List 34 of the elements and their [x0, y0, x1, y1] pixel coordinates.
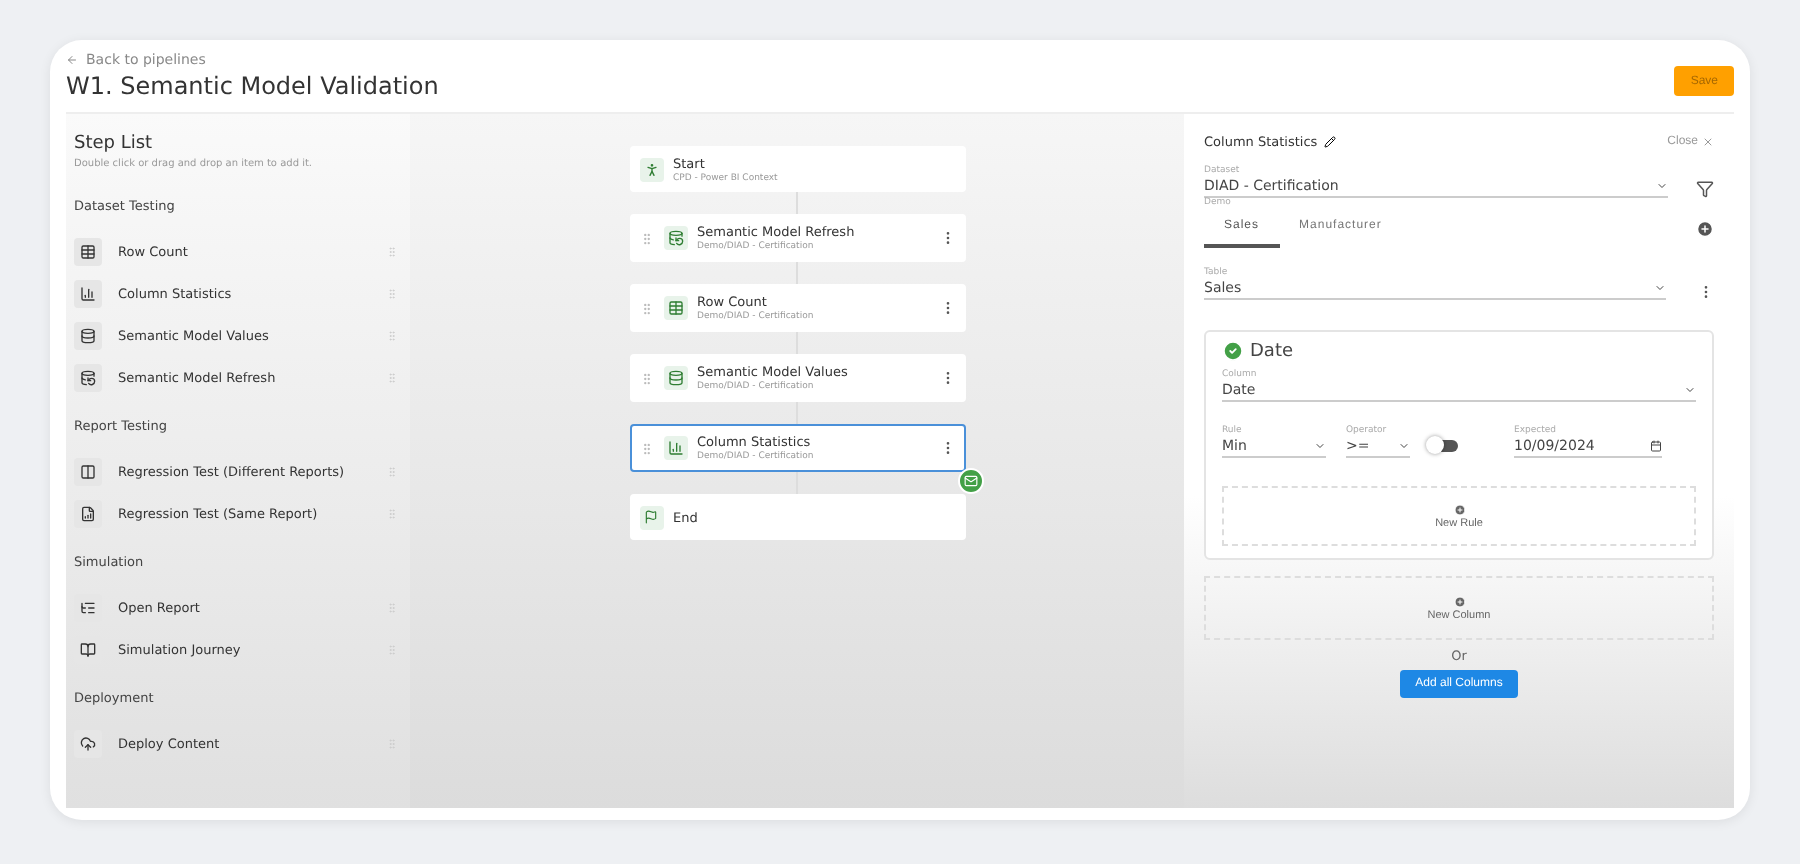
add-icon[interactable] — [1696, 219, 1714, 237]
check-icon — [1222, 340, 1244, 362]
book-icon — [80, 641, 96, 657]
flag-icon — [644, 510, 658, 524]
table-icon — [80, 243, 96, 259]
page-title: W1. Semantic Model Validation — [66, 72, 439, 100]
chevron-down-icon — [1656, 180, 1668, 192]
bar-chart-icon — [80, 285, 96, 301]
tree-icon — [80, 599, 96, 615]
columns-icon — [80, 463, 96, 479]
column-title: Date — [1250, 341, 1294, 361]
report-icon — [80, 505, 96, 521]
chevron-down-icon — [1398, 440, 1410, 452]
close-icon — [1702, 136, 1714, 148]
person-icon — [643, 161, 659, 177]
bar-chart-icon — [667, 440, 683, 456]
panel-title: Step List — [74, 134, 155, 154]
chevron-down-icon — [1654, 282, 1666, 294]
database-icon — [667, 370, 683, 386]
filter-icon[interactable] — [1696, 180, 1714, 198]
cloud-upload-icon — [80, 735, 96, 751]
calendar-icon — [1650, 440, 1662, 452]
edit-icon[interactable] — [1323, 136, 1336, 148]
mail-badge-icon[interactable] — [957, 468, 983, 494]
table-icon — [667, 300, 683, 316]
chevron-down-icon — [1314, 440, 1326, 452]
chevron-down-icon — [1684, 384, 1696, 396]
database-icon — [80, 327, 96, 343]
database-icon — [667, 230, 683, 246]
plus-icon — [1453, 503, 1465, 515]
toggle-switch[interactable] — [1430, 440, 1458, 452]
database-icon — [80, 369, 96, 385]
plus-icon — [1453, 595, 1465, 607]
arrow-left-icon — [66, 54, 78, 66]
